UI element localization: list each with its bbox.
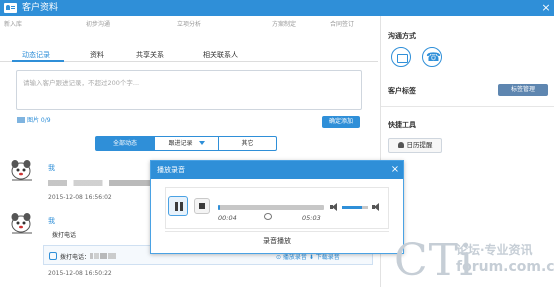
entry-timestamp: 2015-12-08 16:56:02: [48, 194, 112, 201]
stage-step[interactable]: 初步沟通: [86, 19, 110, 28]
tab-activity[interactable]: 动态记录: [22, 50, 50, 60]
active-tab-indicator: [12, 60, 64, 62]
entry-timestamp: 2015-12-08 16:50:22: [48, 270, 112, 277]
pause-button[interactable]: [168, 196, 188, 216]
volume-slider[interactable]: [342, 206, 368, 209]
calendar-reminder-button[interactable]: 日历提醒: [388, 138, 442, 153]
play-recording-dialog: 播放录音 × 00:04 05:03 录音播放: [150, 160, 404, 254]
entry-action: 拨打电话: [52, 232, 77, 239]
dialog-footer-label: 录音播放: [263, 237, 291, 245]
filter-followup[interactable]: 跟进记录: [155, 137, 218, 150]
window-title: 客户资料: [22, 3, 59, 13]
window-titlebar: 客户资料 ×: [0, 0, 554, 16]
loop-icon[interactable]: [264, 213, 272, 220]
picture-count-label: 图片 0/9: [27, 117, 51, 124]
avatar: [11, 213, 32, 234]
divider: [165, 231, 389, 232]
dialog-header: 播放录音 ×: [151, 161, 403, 179]
bell-icon: [397, 142, 404, 148]
dialog-title: 播放录音: [157, 166, 185, 174]
progress-fill: [218, 205, 221, 210]
followup-note-input[interactable]: 请输入客户跟进记录，不超过200个字...: [16, 70, 362, 110]
calendar-reminder-label: 日历提醒: [406, 141, 433, 149]
window-close-button[interactable]: ×: [540, 1, 552, 14]
dialog-close-button[interactable]: ×: [389, 163, 401, 177]
phone-icon[interactable]: [422, 47, 442, 67]
confirm-add-button[interactable]: 确定添加: [322, 116, 360, 128]
stage-step[interactable]: 合同签订: [330, 19, 354, 28]
contact-methods-title: 沟通方式: [388, 32, 416, 40]
divider: [381, 106, 554, 107]
tag-management-button[interactable]: 标签管理: [498, 84, 548, 96]
phone-icon: [49, 252, 57, 260]
watermark-site: forum.com.cn: [456, 259, 554, 275]
tab-bar: 动态记录 资料 共享关系 相关联系人: [0, 46, 378, 62]
call-label: 拨打电话：: [60, 254, 91, 261]
audio-player: 00:04 05:03: [165, 187, 389, 229]
speaker-icon[interactable]: [372, 203, 381, 211]
image-icon: [17, 117, 25, 123]
progress-track[interactable]: [218, 205, 324, 210]
tab-related-contacts[interactable]: 相关联系人: [203, 50, 238, 60]
message-icon[interactable]: [391, 47, 411, 67]
stage-step[interactable]: 新入库: [4, 19, 22, 28]
stage-step[interactable]: 方案制定: [272, 19, 296, 28]
stop-button[interactable]: [194, 198, 210, 214]
redacted-number: [90, 253, 116, 259]
total-time: 05:03: [302, 214, 321, 222]
mute-speaker-icon[interactable]: [330, 203, 339, 211]
entry-author[interactable]: 我: [48, 216, 55, 226]
activity-filter: 全部动态 跟进记录 其它: [95, 136, 277, 151]
cti-forum-watermark: CTi 论坛·专业资讯 forum.com.cn: [394, 238, 554, 284]
volume-fill: [342, 206, 362, 209]
customer-tags-title: 客户标签: [388, 87, 416, 95]
sales-stage-steps: 新入库 初步沟通 立项分析 方案制定 合同签订: [0, 16, 380, 30]
contact-card-icon: [4, 3, 17, 13]
chevron-down-icon: [198, 141, 205, 145]
picture-upload[interactable]: 图片 0/9: [17, 115, 51, 124]
quick-tools-title: 快捷工具: [388, 121, 416, 129]
avatar: [11, 160, 32, 181]
current-time: 00:04: [218, 214, 237, 222]
tab-profile[interactable]: 资料: [90, 50, 104, 60]
watermark-tagline: 论坛·专业资讯: [456, 243, 533, 257]
filter-other[interactable]: 其它: [219, 137, 276, 150]
tab-sharing[interactable]: 共享关系: [136, 50, 164, 60]
filter-all[interactable]: 全部动态: [96, 137, 154, 150]
filter-followup-label: 跟进记录: [168, 140, 193, 147]
stage-step[interactable]: 立项分析: [177, 19, 201, 28]
entry-author[interactable]: 我: [48, 163, 55, 173]
